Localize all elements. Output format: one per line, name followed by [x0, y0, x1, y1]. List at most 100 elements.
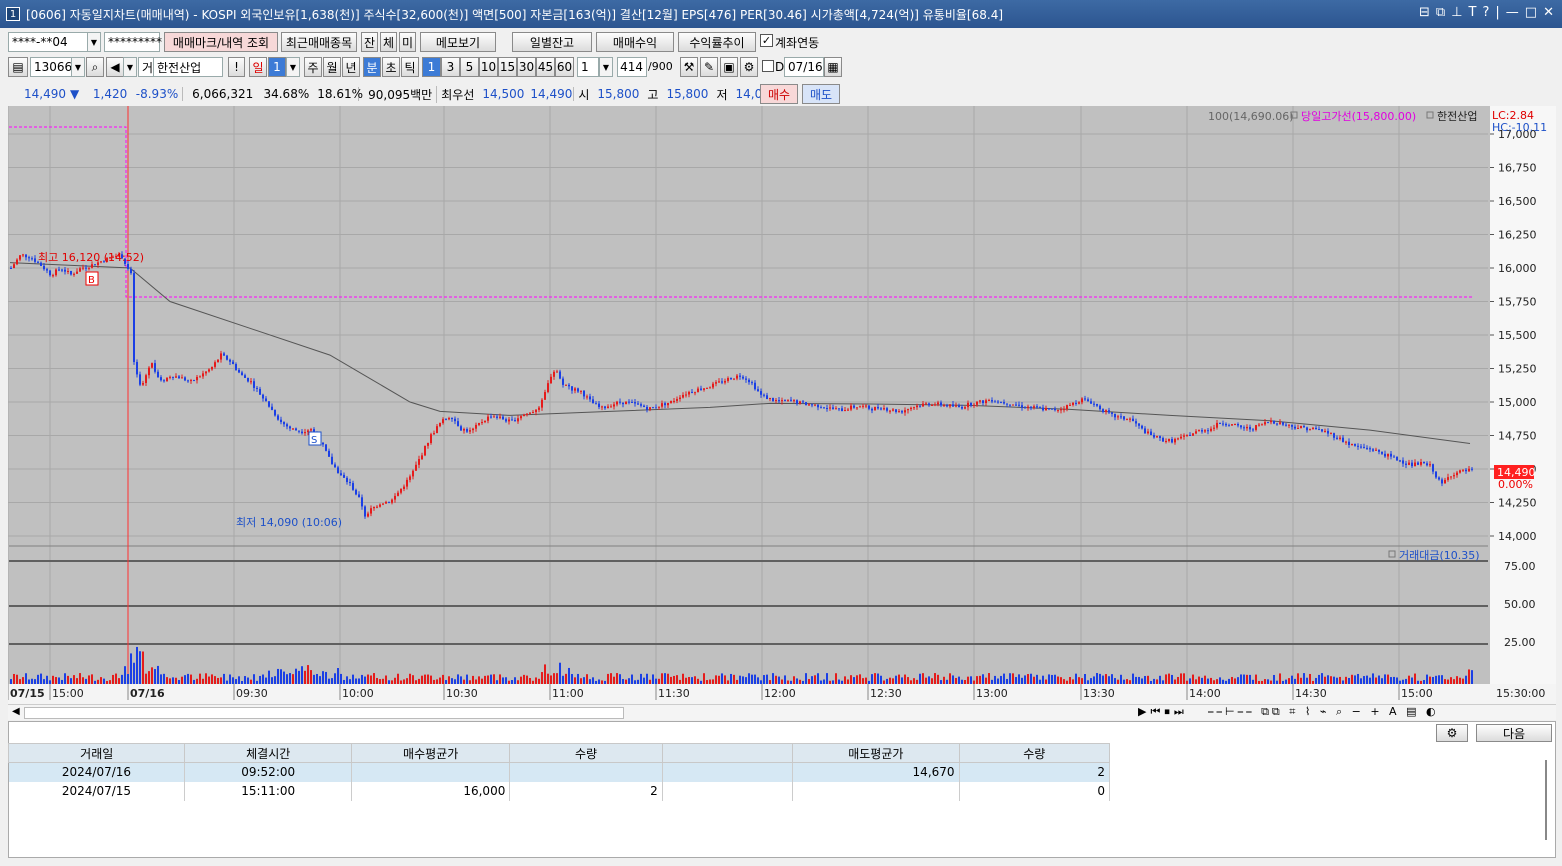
period-count-field[interactable]: 1	[268, 57, 286, 77]
account-link-checkbox[interactable]: ✓	[760, 34, 773, 47]
candle-body	[1276, 423, 1278, 425]
column-header[interactable]: 매도평균가	[792, 743, 960, 763]
balance-button[interactable]: 잔	[361, 32, 378, 52]
column-header[interactable]: 수량	[958, 743, 1111, 763]
table-row[interactable]: 2024/07/15 15:11:00 16,000 2 0	[8, 781, 1111, 801]
stock-code-dropdown[interactable]: ▼	[71, 57, 85, 77]
candle-body	[784, 400, 786, 402]
volume-bar	[916, 679, 918, 684]
candle-body	[493, 416, 495, 418]
volume-bar	[868, 680, 870, 684]
account-input[interactable]: ****-**04	[8, 32, 88, 52]
window-title: [0606] 자동일지차트(매매내역) - KOSPI 외국인보유[1,638(…	[26, 7, 1004, 22]
candle-body	[964, 407, 966, 409]
price-chart[interactable]: 17,00016,75016,50016,25016,00015,75015,5…	[8, 106, 1556, 704]
period-count-dropdown[interactable]: ▼	[286, 57, 300, 77]
memo-button[interactable]: 메모보기	[420, 32, 496, 52]
column-header[interactable]: 거래일	[7, 743, 186, 763]
volume-bar	[940, 680, 942, 684]
volume-bar	[109, 680, 111, 684]
volume-bar	[265, 677, 267, 684]
candle-body	[394, 495, 396, 500]
layout-icon[interactable]: ⊟	[1419, 5, 1430, 20]
alert-button[interactable]: !	[228, 57, 245, 77]
table-row[interactable]: 2024/07/16 09:52:00 14,670 2	[8, 762, 1111, 782]
sell-button[interactable]: 매도	[802, 84, 840, 104]
candle-body	[76, 271, 78, 274]
interval-1-button[interactable]: 1	[422, 57, 441, 77]
settings-icon[interactable]: ⚙	[740, 57, 758, 77]
executed-button[interactable]: 체	[380, 32, 397, 52]
candle-body	[475, 424, 477, 429]
font-icon[interactable]: T	[1469, 5, 1477, 20]
stock-search-icon[interactable]: ▤	[8, 57, 28, 77]
volume-bar	[784, 675, 786, 684]
interval-3-button[interactable]: 3	[441, 57, 460, 77]
help-icon[interactable]: ?	[1483, 5, 1490, 20]
search-icon[interactable]: ⌕	[86, 57, 104, 77]
interval-60-button[interactable]: 60	[555, 57, 574, 77]
speaker-dropdown[interactable]: ▼	[123, 57, 137, 77]
close-icon[interactable]: ✕	[1543, 5, 1554, 20]
table-scrollbar[interactable]	[1545, 760, 1547, 840]
password-input[interactable]: *********	[104, 32, 162, 52]
stock-code-input[interactable]: 130660	[30, 57, 80, 77]
calendar-icon[interactable]: ▦	[824, 57, 842, 77]
period-second-button[interactable]: 초	[382, 57, 400, 77]
trade-mark-query-button[interactable]: 매매마크/내역 조회	[164, 32, 278, 52]
period-day-button[interactable]: 일	[249, 57, 267, 77]
account-dropdown[interactable]: ▼	[87, 32, 101, 52]
volume-bar	[1465, 675, 1467, 684]
interval-5-button[interactable]: 5	[460, 57, 479, 77]
time-tick-label: 10:30	[446, 687, 478, 700]
return-trend-button[interactable]: 수익률추이	[678, 32, 756, 52]
bar-count-input[interactable]: 414	[617, 57, 647, 77]
maximize-icon[interactable]: □	[1525, 5, 1537, 20]
chart-tool-icons[interactable]: ⎯⎯⊢⎯⎯ ⧉⧉ ⌗ ⌇ ⌁ ⌕ − + A ▤ ◐	[1208, 705, 1439, 719]
date-input[interactable]: 07/16	[784, 57, 824, 77]
period-minute-button[interactable]: 분	[363, 57, 381, 77]
indicator-icon[interactable]: ⚒	[680, 57, 698, 77]
drawing-tool-icon[interactable]: ✎	[700, 57, 718, 77]
candle-body	[1066, 405, 1068, 410]
scroll-left-icon[interactable]: ◀	[12, 706, 20, 717]
daily-balance-button[interactable]: 일별잔고	[512, 32, 592, 52]
column-header[interactable]	[661, 743, 794, 763]
interval-45-button[interactable]: 45	[536, 57, 555, 77]
candle-body	[1465, 469, 1467, 472]
date-checkbox[interactable]	[762, 60, 774, 72]
interval-count-dropdown[interactable]: ▼	[599, 57, 613, 77]
window-link-icon[interactable]: ⧉	[1436, 5, 1445, 20]
candle-body	[190, 380, 192, 382]
recent-trades-button[interactable]: 최근매매종목	[281, 32, 357, 52]
speaker-icon[interactable]: ◀	[106, 57, 124, 77]
next-button[interactable]: 다음	[1476, 724, 1552, 742]
interval-30-button[interactable]: 30	[517, 57, 536, 77]
pin-icon[interactable]: ⊥	[1451, 5, 1462, 20]
interval-15-button[interactable]: 15	[498, 57, 517, 77]
unfilled-button[interactable]: 미	[399, 32, 416, 52]
interval-count-field[interactable]: 1	[577, 57, 599, 77]
period-month-button[interactable]: 월	[323, 57, 341, 77]
period-year-button[interactable]: 년	[342, 57, 360, 77]
candle-body	[1429, 464, 1431, 466]
scroll-thumb[interactable]	[24, 707, 624, 719]
column-header[interactable]: 체결시간	[184, 743, 352, 763]
navigation-icons[interactable]: ▶⏮⏹⏭	[1138, 705, 1188, 719]
volume-bar	[661, 673, 663, 684]
save-icon[interactable]: ▣	[720, 57, 738, 77]
stock-name-field[interactable]: 한전산업	[153, 57, 223, 77]
chart-scrollbar[interactable]: ◀ ▶⏮⏹⏭ ⎯⎯⊢⎯⎯ ⧉⧉ ⌗ ⌇ ⌁ ⌕ − + A ▤ ◐	[8, 704, 1556, 720]
column-header[interactable]: 매수평균가	[350, 743, 511, 763]
volume-bar	[337, 668, 339, 684]
column-header[interactable]: 수량	[509, 743, 663, 763]
trade-profit-button[interactable]: 매매수익	[596, 32, 674, 52]
minimize-icon[interactable]: —	[1506, 5, 1519, 20]
period-tick-button[interactable]: 틱	[401, 57, 419, 77]
period-week-button[interactable]: 주	[304, 57, 322, 77]
settings-gear-icon[interactable]: ⚙	[1436, 724, 1468, 742]
volume-bar	[1342, 680, 1344, 684]
volume-bar	[1213, 680, 1215, 684]
buy-button[interactable]: 매수	[760, 84, 798, 104]
interval-10-button[interactable]: 10	[479, 57, 498, 77]
